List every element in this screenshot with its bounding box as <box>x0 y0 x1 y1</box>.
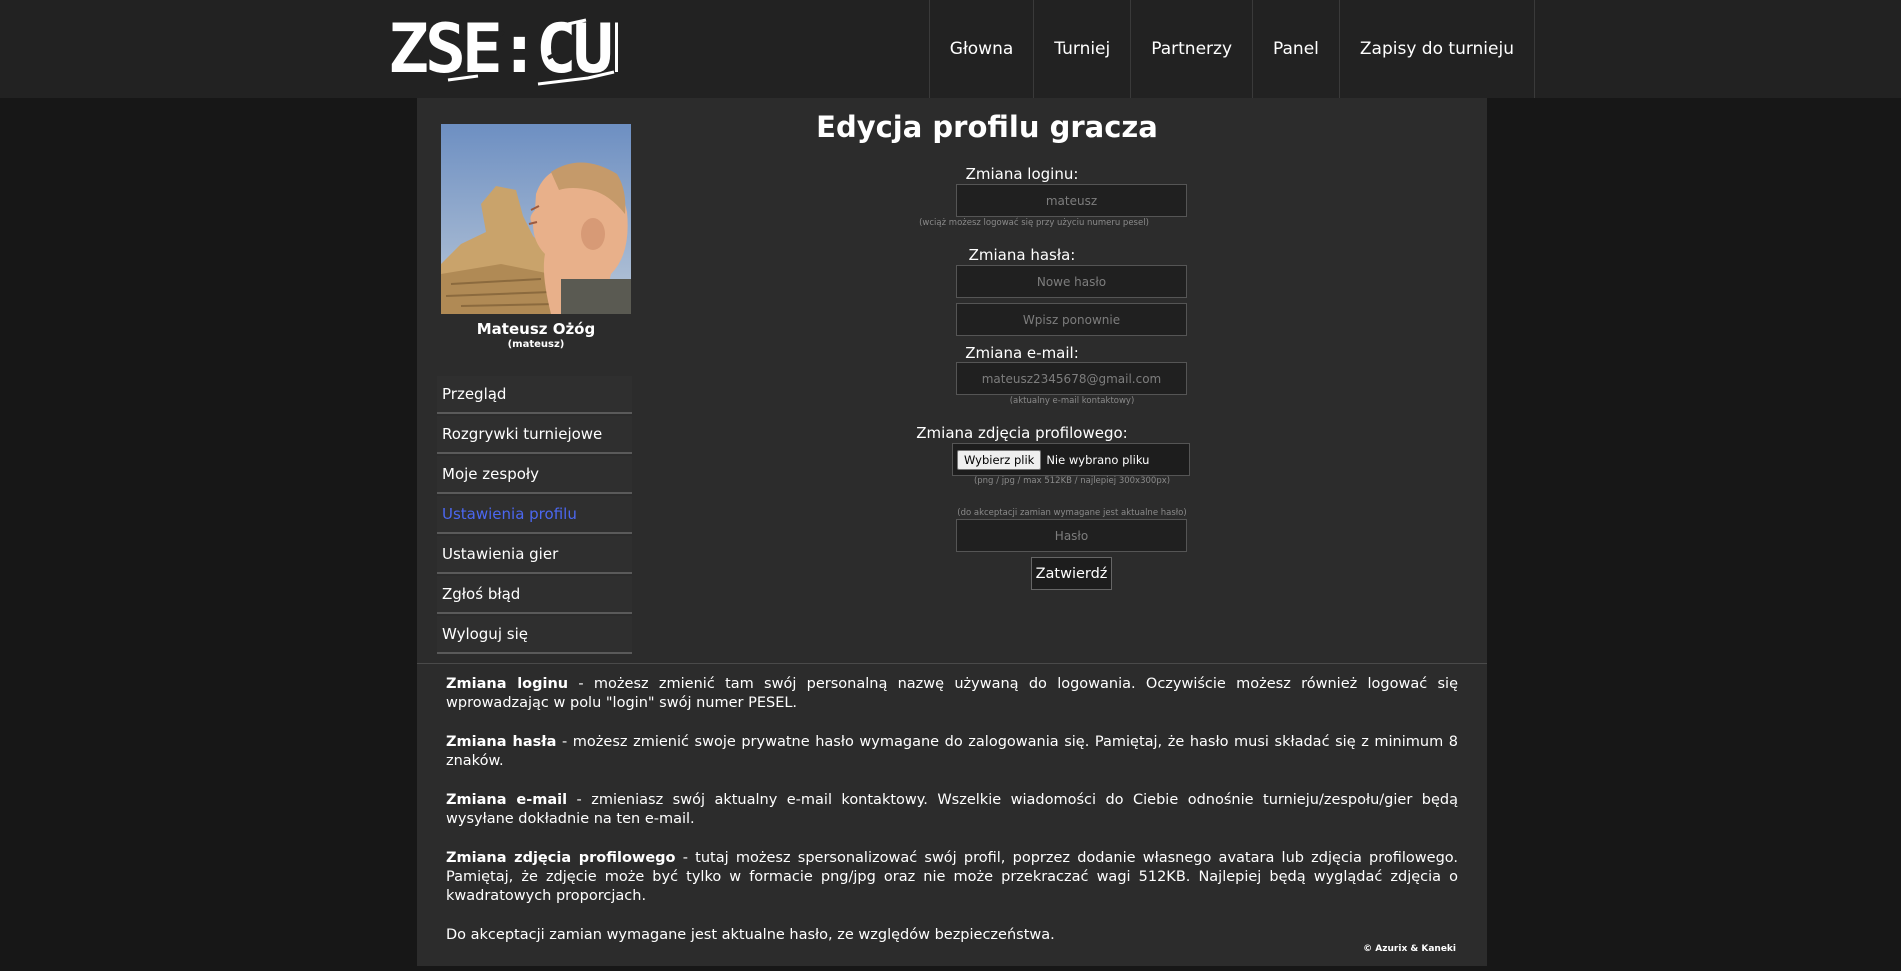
email-input[interactable] <box>956 362 1187 395</box>
player-login: (mateusz) <box>507 339 565 350</box>
choose-file-button[interactable]: Wybierz plik <box>957 449 1042 470</box>
password-change-label: Zmiana hasła: <box>968 246 1076 264</box>
photo-hint: (png / jpg / max 512KB / najlepiej 300x3… <box>973 476 1171 486</box>
password-help-text: - możesz zmienić swoje prywatne hasło wy… <box>446 734 1459 769</box>
menu-item-profile-settings[interactable]: Ustawienia profilu <box>437 496 632 534</box>
email-help-text: - zmieniasz swój aktualny e-mail kontakt… <box>446 792 1458 827</box>
photo-change-label: Zmiana zdjęcia profilowego: <box>916 424 1128 442</box>
login-help-text: - możesz zmienić tam swój personalną naz… <box>446 676 1458 711</box>
email-change-label: Zmiana e-mail: <box>965 344 1079 362</box>
password-help-title: Zmiana hasła <box>446 734 557 750</box>
menu-item-overview[interactable]: Przegląd <box>437 376 632 414</box>
nav-tournament[interactable]: Turniej <box>1034 0 1132 98</box>
email-help-title: Zmiana e-mail <box>446 792 568 808</box>
menu-item-my-teams[interactable]: Moje zespoły <box>437 456 632 494</box>
login-input[interactable] <box>956 184 1187 217</box>
login-hint: (wciąż możesz logować się przy użyciu nu… <box>919 218 1149 228</box>
password-help: Zmiana hasła - możesz zmienić swoje pryw… <box>446 733 1458 771</box>
nav-panel[interactable]: Panel <box>1253 0 1340 98</box>
player-name: Mateusz Ożóg <box>476 320 596 338</box>
photo-help-title: Zmiana zdjęcia profilowego <box>446 850 676 866</box>
menu-item-logout[interactable]: Wyloguj się <box>437 616 632 654</box>
nav-home[interactable]: Głowna <box>930 0 1035 98</box>
help-description: Zmiana loginu - możesz zmienić tam swój … <box>446 675 1458 965</box>
submit-button[interactable]: Zatwierdź <box>1031 557 1112 590</box>
nav-partners[interactable]: Partnerzy <box>1131 0 1254 98</box>
footer-help: Do akceptacji zamian wymagane jest aktua… <box>446 927 1055 943</box>
profile-menu: Przegląd Rozgrywki turniejowe Moje zespo… <box>437 376 632 656</box>
photo-help: Zmiana zdjęcia profilowego - tutaj możes… <box>446 849 1458 906</box>
top-navigation-bar: ZSE:CUP; Głowna Turniej Partnerzy Panel … <box>0 0 1901 98</box>
confirm-password-hint: (do akceptacji zamian wymagane jest aktu… <box>957 508 1187 518</box>
section-divider <box>417 663 1487 664</box>
login-help: Zmiana loginu - możesz zmienić tam swój … <box>446 675 1458 713</box>
menu-item-tournament-games[interactable]: Rozgrywki turniejowe <box>437 416 632 454</box>
login-help-title: Zmiana loginu <box>446 676 569 692</box>
page-title: Edycja profilu gracza <box>816 110 1158 144</box>
profile-avatar <box>441 124 631 314</box>
login-change-label: Zmiana loginu: <box>965 165 1079 183</box>
main-content-panel: Mateusz Ożóg (mateusz) Przegląd Rozgrywk… <box>417 98 1487 966</box>
main-nav: Głowna Turniej Partnerzy Panel Zapisy do… <box>928 0 1535 98</box>
zse-cup-logo[interactable]: ZSE:CUP; <box>388 6 618 90</box>
photo-file-input[interactable]: Wybierz plik Nie wybrano pliku <box>952 443 1190 476</box>
repeat-password-input[interactable] <box>956 303 1187 336</box>
profile-card: Mateusz Ożóg (mateusz) <box>441 124 631 350</box>
new-password-input[interactable] <box>956 265 1187 298</box>
email-help: Zmiana e-mail - zmieniasz swój aktualny … <box>446 791 1458 829</box>
menu-item-game-settings[interactable]: Ustawienia gier <box>437 536 632 574</box>
nav-registration[interactable]: Zapisy do turnieju <box>1340 0 1535 98</box>
email-hint: (aktualny e-mail kontaktowy) <box>1009 396 1135 406</box>
copyright: © Azurix & Kaneki <box>1363 944 1456 954</box>
menu-item-report-bug[interactable]: Zgłoś błąd <box>437 576 632 614</box>
current-password-input[interactable] <box>956 519 1187 552</box>
file-status: Nie wybrano pliku <box>1046 452 1150 467</box>
